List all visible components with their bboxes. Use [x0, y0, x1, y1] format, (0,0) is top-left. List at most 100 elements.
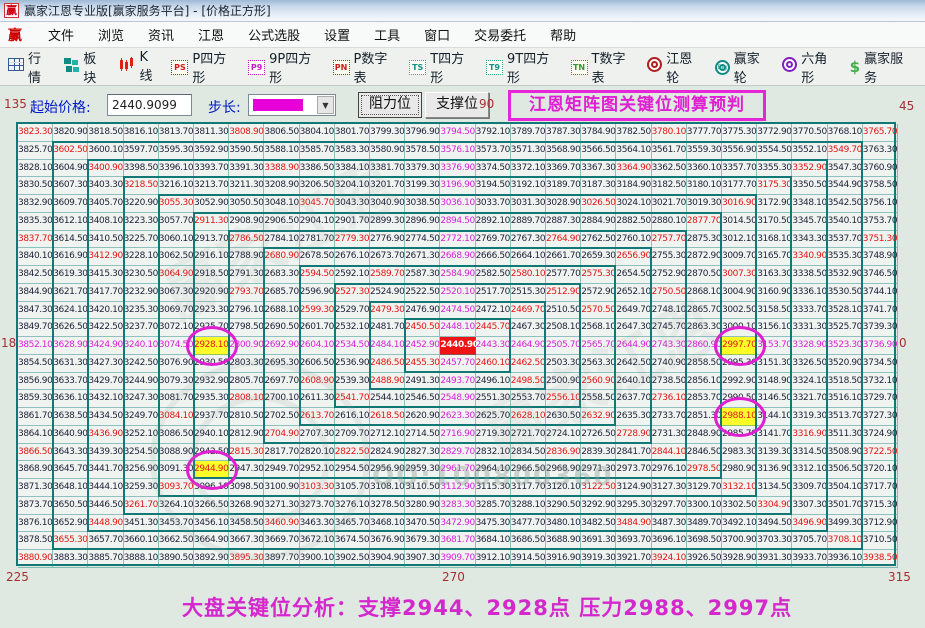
grid-cell: 3252.10 — [123, 425, 159, 444]
start-price-input[interactable] — [107, 94, 192, 116]
grid-cell: 3163.30 — [757, 266, 793, 284]
grid-cell: 2654.50 — [616, 266, 652, 284]
resistance-button[interactable]: 阻力位 — [358, 92, 422, 118]
grid-cell: 2649.70 — [616, 301, 652, 320]
grid-cell: 2800.90 — [229, 337, 265, 355]
menu-item-设置[interactable]: 设置 — [312, 26, 362, 47]
grid-cell: 2968.90 — [546, 461, 582, 480]
grid-cell: 3787.30 — [546, 124, 582, 142]
grid-cell: 3441.70 — [88, 461, 124, 480]
grid-cell: 2632.90 — [581, 408, 617, 426]
grid-cell: 3763.30 — [862, 141, 898, 160]
grid-cell: 3535.30 — [827, 248, 863, 267]
grid-cell: 2709.70 — [334, 425, 370, 444]
grid-cell: 3844.90 — [18, 283, 54, 302]
grid-cell: 2947.30 — [229, 461, 265, 480]
grid-cell: 3756.10 — [862, 195, 898, 213]
grid-cell: 3069.70 — [158, 301, 194, 320]
grid-cell: 3432.10 — [88, 390, 124, 409]
menu-logo-icon: 赢 — [8, 27, 22, 44]
toolbar-button-T数字表[interactable]: TN T数字表 — [570, 48, 635, 86]
grid-cell: 3396.10 — [158, 159, 194, 178]
toolbar-button-行情[interactable]: 行情 — [8, 48, 51, 86]
menu-item-窗口[interactable]: 窗口 — [412, 26, 462, 47]
grid-cell: 3309.70 — [792, 479, 828, 497]
grid-cell: 3340.90 — [792, 248, 828, 267]
grid-cell: 2575.30 — [581, 266, 617, 284]
grid-cell: 2582.50 — [475, 266, 511, 284]
toolbar-button-P四方形[interactable]: PS P四方形 — [171, 48, 235, 86]
grid-cell: 3436.90 — [88, 425, 124, 444]
grid-cell: 3537.70 — [827, 230, 863, 249]
grid-cell: 3360.10 — [686, 159, 722, 178]
grid-cell: 3376.90 — [440, 159, 476, 178]
grid-cell: 2568.10 — [581, 319, 617, 338]
menu-item-浏览[interactable]: 浏览 — [86, 26, 136, 47]
grid-cell: 2551.30 — [475, 390, 511, 409]
menu-item-资讯[interactable]: 资讯 — [136, 26, 186, 47]
grid-cell: 2536.90 — [334, 354, 370, 373]
menu-item-公式选股[interactable]: 公式选股 — [236, 26, 312, 47]
grid-cell: 3388.90 — [264, 159, 300, 178]
menu-item-交易委托[interactable]: 交易委托 — [462, 26, 538, 47]
grid-cell: 2623.30 — [440, 408, 476, 426]
grid-cell: 3446.50 — [88, 496, 124, 515]
grid-cell: 3696.10 — [651, 532, 687, 551]
grid-cell: 3633.70 — [53, 372, 89, 391]
grid-cell: 3009.70 — [722, 248, 758, 267]
grid-cell: 3232.90 — [123, 283, 159, 302]
grid-cell: 3708.10 — [827, 532, 863, 551]
toolbar-button-label: K线 — [139, 49, 153, 84]
grid-cell: 3638.50 — [53, 408, 89, 426]
grid-cell: 2484.10 — [370, 337, 406, 355]
toolbar-button-六角形[interactable]: 六角形 — [782, 48, 836, 86]
grid-cell: 2841.70 — [616, 443, 652, 462]
grid-cell: 3525.70 — [827, 319, 863, 338]
grid-cell: 2829.70 — [440, 443, 476, 462]
grid-cell: 3871.30 — [18, 479, 54, 497]
grid-cell: 2642.50 — [616, 354, 652, 373]
menu-item-江恩[interactable]: 江恩 — [186, 26, 236, 47]
grid-cell: 3931.30 — [757, 550, 793, 568]
grid-cell: 3583.30 — [334, 141, 370, 160]
grid-cell: 3684.10 — [475, 532, 511, 551]
grid-cell: 3192.10 — [510, 177, 546, 196]
chevron-down-icon[interactable]: ▼ — [317, 96, 334, 114]
grid-cell: 3427.30 — [88, 354, 124, 373]
grid-cell: 3194.50 — [475, 177, 511, 196]
toolbar-button-赢家服务[interactable]: $ 赢家服务 — [850, 48, 912, 86]
toolbar-button-赢家轮[interactable]: Big 赢家轮 — [714, 48, 769, 86]
grid-cell: 3650.50 — [53, 496, 89, 515]
menu-item-工具[interactable]: 工具 — [362, 26, 412, 47]
grid-cell: 3204.10 — [334, 177, 370, 196]
toolbar-button-9T四方形[interactable]: T9 9T四方形 — [485, 48, 558, 86]
toolbar-button-9P四方形[interactable]: P9 9P四方形 — [248, 48, 319, 86]
step-dropdown[interactable]: ▼ — [248, 94, 336, 116]
grid-cell: 2884.90 — [581, 212, 617, 231]
grid-cell: 2546.50 — [405, 390, 441, 409]
toolbar-button-江恩轮[interactable]: 江恩轮 — [647, 48, 701, 86]
grid-cell: 2851.30 — [686, 408, 722, 426]
grid-cell: 2676.10 — [334, 248, 370, 267]
grid-cell: 2877.70 — [686, 212, 722, 231]
dollar-service-icon: $ — [849, 57, 861, 76]
toolbar-button-板块[interactable]: 板块 — [64, 48, 106, 86]
toolbar-button-label: 六角形 — [801, 51, 828, 86]
grid-cell: 3580.90 — [370, 141, 406, 160]
menu-item-帮助[interactable]: 帮助 — [538, 26, 588, 47]
toolbar-button-T四方形[interactable]: TS T四方形 — [409, 48, 473, 86]
grid-cell: 2966.50 — [510, 461, 546, 480]
grid-cell: 3220.90 — [123, 195, 159, 213]
grid-cell: 3482.50 — [581, 514, 617, 533]
grid-cell: 2803.30 — [229, 354, 265, 373]
grid-cell: 3782.50 — [616, 124, 652, 142]
toolbar-button-P数字表[interactable]: PN P数字表 — [332, 48, 397, 86]
grid-cell: 3259.30 — [123, 479, 159, 497]
grid-cell: 3621.70 — [53, 283, 89, 302]
toolbar-button-K线[interactable]: K线 — [119, 50, 158, 84]
grid-cell: 2755.30 — [651, 248, 687, 267]
grid-cell: 2563.30 — [581, 354, 617, 373]
menu-item-文件[interactable]: 文件 — [36, 26, 86, 47]
grid-cell: 2440.90 — [440, 337, 479, 355]
grid-cell: 2652.10 — [616, 283, 652, 302]
